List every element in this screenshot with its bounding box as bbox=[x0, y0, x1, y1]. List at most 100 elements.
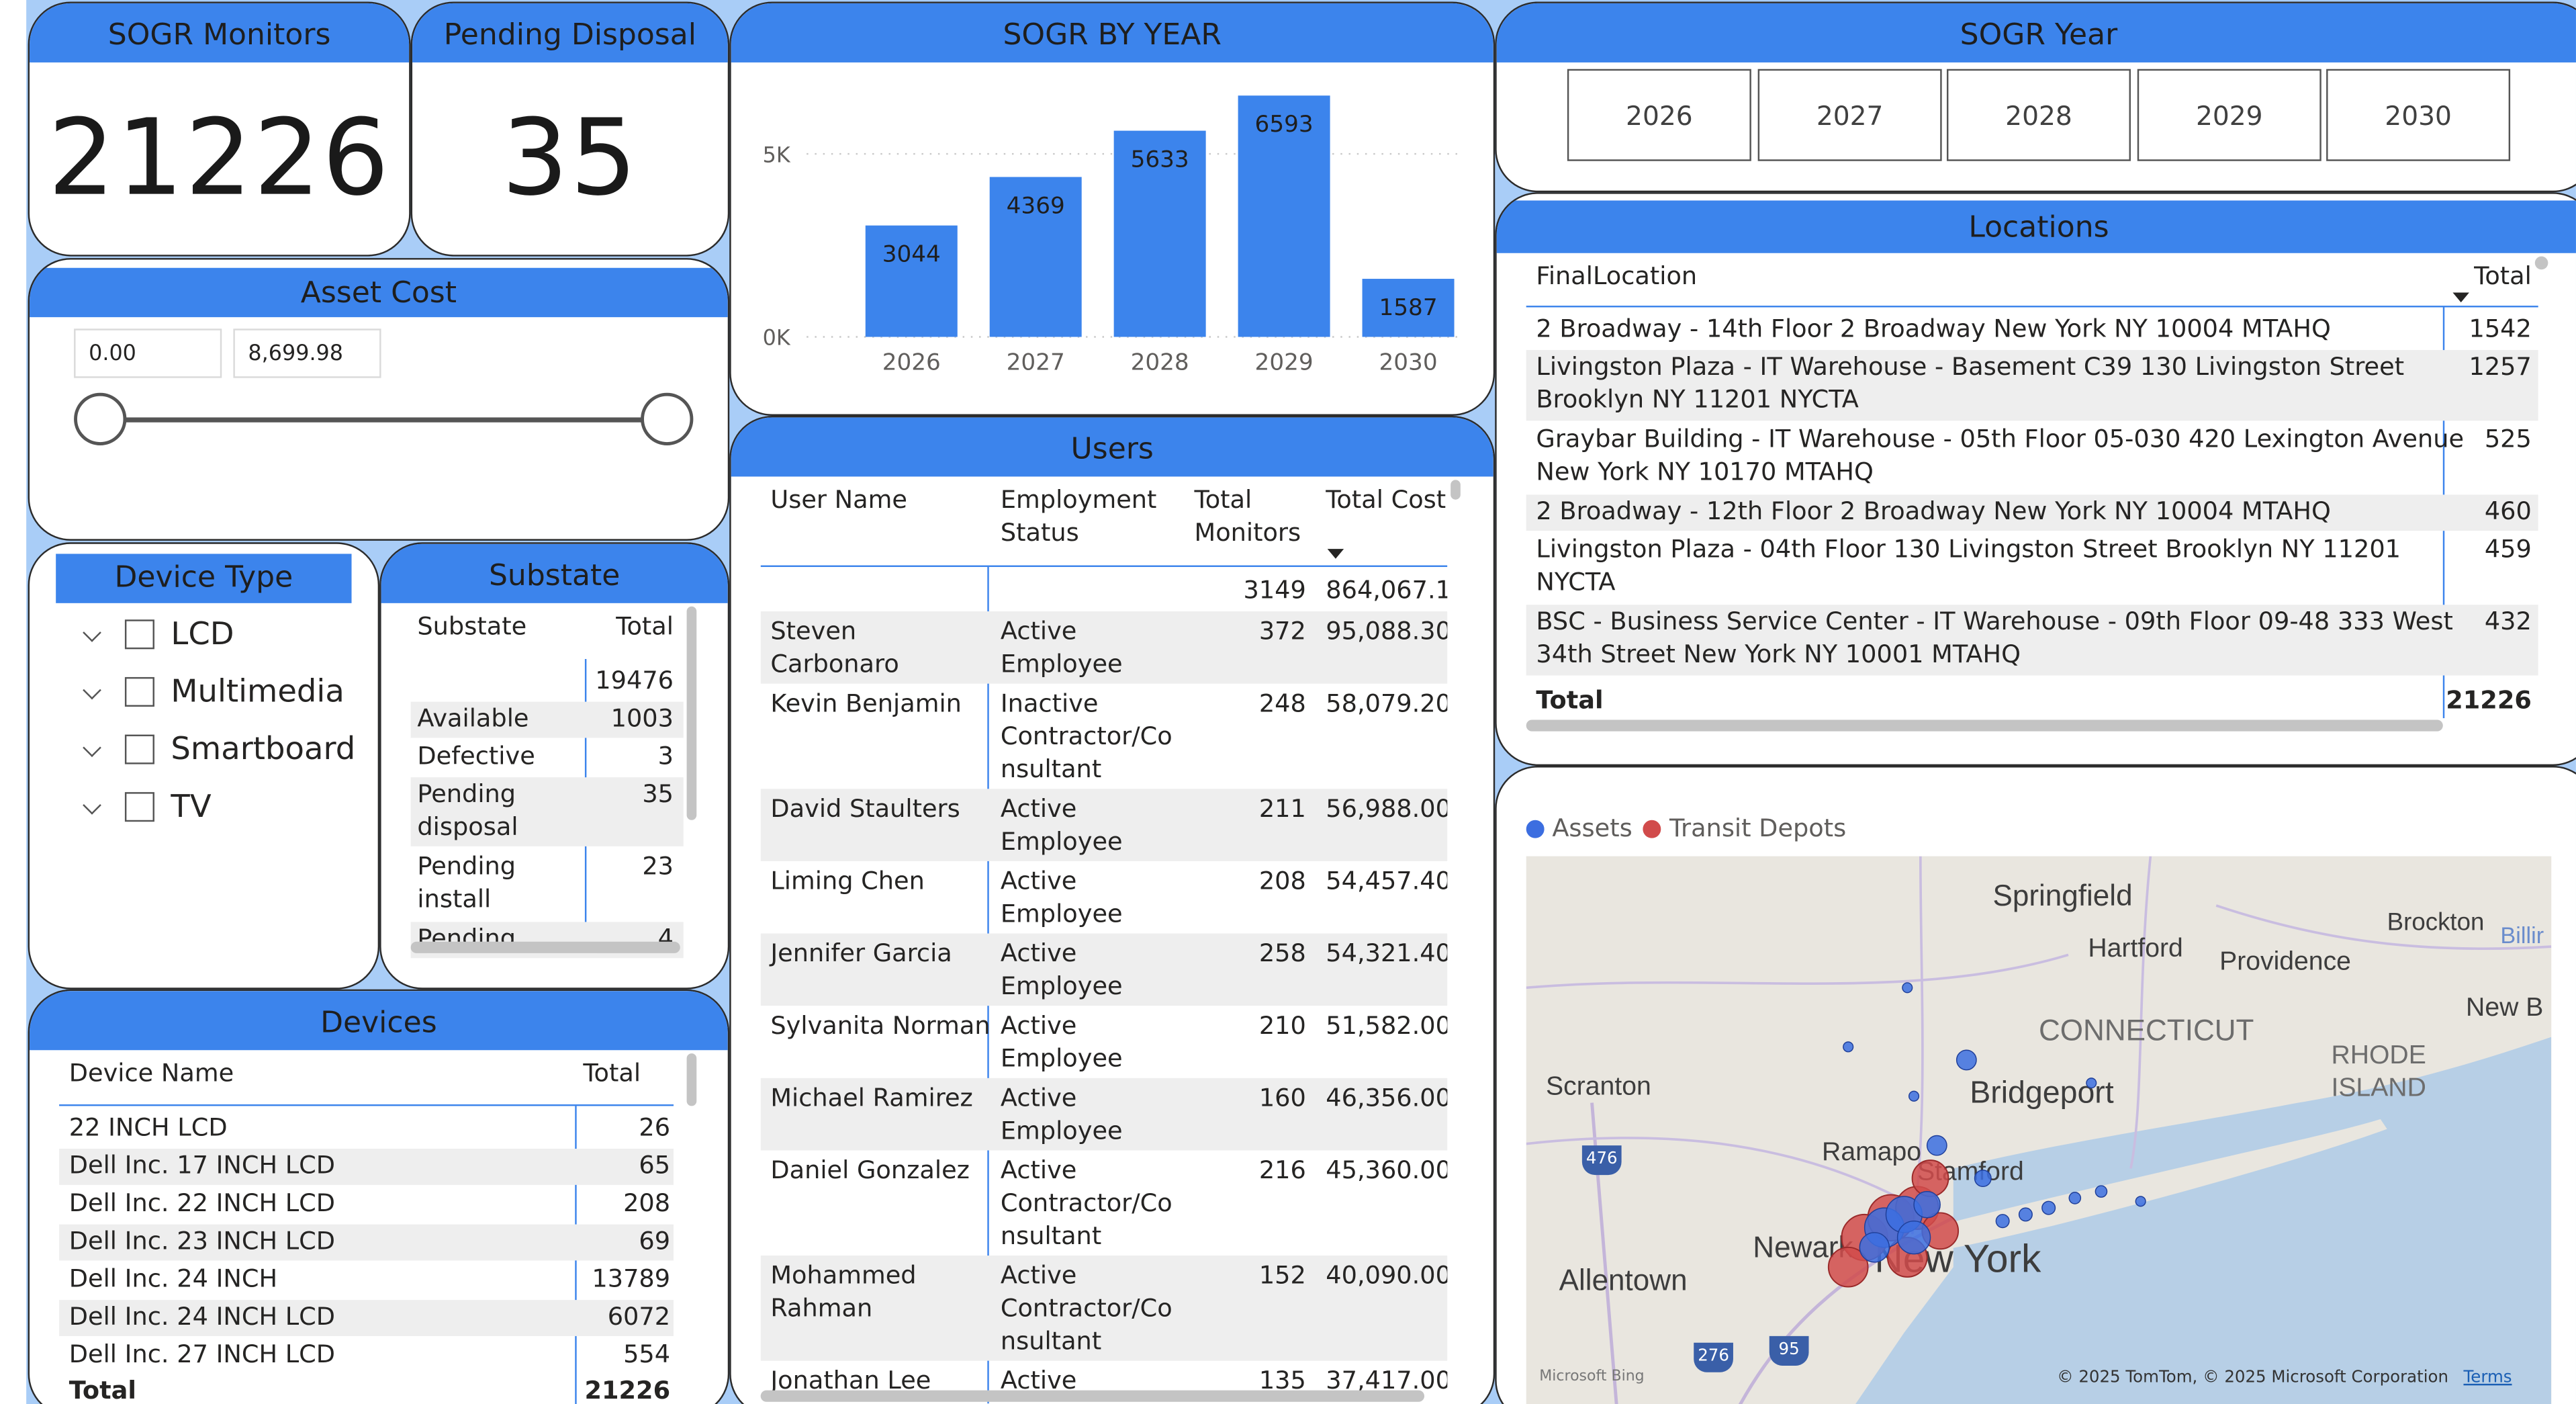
substate-total: 35 bbox=[642, 779, 674, 809]
user-total-monitors: 248 bbox=[1258, 689, 1306, 719]
asset-markers bbox=[1843, 982, 2146, 1263]
device-name-header[interactable]: Device Name bbox=[69, 1057, 234, 1090]
sogr-monitors-card: SOGR Monitors 21226 bbox=[28, 1, 411, 257]
devices-scrollbar[interactable] bbox=[686, 1053, 697, 1106]
pending-disposal-value: 35 bbox=[501, 98, 639, 220]
table-total-row: Total 21226 bbox=[1526, 684, 2538, 720]
user-total-cost: 95,088.30 bbox=[1326, 616, 1448, 646]
table-row[interactable]: Liming Chen Active Employee 208 54,457.40 bbox=[761, 861, 1447, 934]
asset-cost-max-input[interactable]: 8,699.98 bbox=[233, 328, 381, 378]
employment-status-header[interactable]: Employment Status bbox=[1001, 483, 1157, 549]
table-row[interactable]: BSC - Business Service Center - IT Wareh… bbox=[1526, 605, 2538, 676]
final-location-header[interactable]: FinalLocation bbox=[1536, 260, 1697, 293]
user-total-monitors: 372 bbox=[1258, 616, 1306, 646]
substate-hscrollbar[interactable] bbox=[410, 941, 680, 953]
multimedia-checkbox[interactable] bbox=[124, 676, 154, 707]
device-type-item-lcd[interactable]: LCD bbox=[30, 613, 378, 666]
attribution-text: © 2025 TomTom, © 2025 Microsoft Corporat… bbox=[2057, 1368, 2449, 1387]
year-button-2026[interactable]: 2026 bbox=[1567, 69, 1751, 161]
table-row[interactable]: Mohammed Rahman Active Contractor/Co nsul… bbox=[760, 1256, 1448, 1361]
table-row[interactable]: Michael Ramirez Active Employee 160 46,356.… bbox=[760, 1078, 1448, 1151]
table-row[interactable]: Livingston Plaza - IT Warehouse - Baseme… bbox=[1526, 350, 2538, 421]
table-row[interactable]: Dell Inc. 27 INCH LCD 554 bbox=[59, 1337, 674, 1374]
location-total: 1257 bbox=[2469, 351, 2532, 382]
device-total: 65 bbox=[639, 1150, 671, 1180]
location-name: Livingston Plaza - 04th Floor 130 Living… bbox=[1536, 534, 2401, 597]
total-cost-header[interactable]: Total Cost bbox=[1326, 483, 1446, 516]
substate-total: 3 bbox=[657, 741, 674, 771]
lcd-checkbox[interactable] bbox=[124, 619, 154, 650]
sort-desc-icon[interactable] bbox=[2452, 292, 2469, 303]
table-row[interactable]: 19476 bbox=[411, 664, 684, 700]
locations-hscrollbar[interactable] bbox=[1526, 719, 2443, 732]
asset-marker bbox=[1913, 1190, 1941, 1219]
data-label: 1587 bbox=[1379, 294, 1437, 321]
y-tick-label: 5K bbox=[763, 142, 791, 167]
users-hscrollbar[interactable] bbox=[760, 1390, 1425, 1402]
asset-cost-slider-track[interactable] bbox=[100, 417, 669, 423]
map-viewport[interactable]: Springfield Hartford Providence Brockton… bbox=[1526, 856, 2552, 1404]
total-value: 21226 bbox=[2446, 685, 2532, 715]
table-row[interactable]: David Staulters Active Employee 211 56,988.… bbox=[760, 789, 1448, 861]
table-row[interactable]: Dell Inc. 24 INCH 13789 bbox=[59, 1262, 674, 1299]
tv-checkbox[interactable] bbox=[124, 792, 154, 822]
employment-status: Active Employee bbox=[1000, 1083, 1123, 1146]
device-total: 13789 bbox=[592, 1264, 671, 1294]
year-button-2030[interactable]: 2030 bbox=[2326, 69, 2511, 161]
user-total-cost: 51,582.00 bbox=[1326, 1010, 1448, 1041]
table-row[interactable]: Dell Inc. 22 INCH LCD 208 bbox=[59, 1186, 674, 1223]
device-total: 26 bbox=[639, 1112, 671, 1143]
chevron-down-icon[interactable] bbox=[83, 623, 101, 642]
data-label: 5633 bbox=[1131, 146, 1189, 173]
table-row[interactable]: Daniel Gonzalez Active Contractor/Co nsul… bbox=[761, 1150, 1447, 1256]
table-row[interactable]: Steven Carbonaro Active Employee 372 95,088… bbox=[760, 611, 1448, 684]
table-row[interactable]: Kevin Benjamin Inactive Contractor/Co nsu… bbox=[761, 684, 1447, 789]
substate-name: Pending install bbox=[417, 851, 516, 914]
device-type-item-tv[interactable]: TV bbox=[30, 785, 378, 838]
table-row[interactable]: 2 Broadway - 14th Floor 2 Broadway New Y… bbox=[1526, 312, 2538, 349]
chevron-down-icon[interactable] bbox=[83, 795, 101, 815]
map-card: Assets Transit Depots Springfield Hartfo… bbox=[1495, 766, 2576, 1404]
table-row[interactable]: 2 Broadway - 12th Floor 2 Broadway New Y… bbox=[1526, 494, 2538, 531]
table-row[interactable]: Livingston Plaza - 04th Floor 130 Living… bbox=[1526, 533, 2538, 603]
table-row[interactable]: Pending disposal 35 bbox=[410, 777, 684, 846]
location-total-header[interactable]: Total bbox=[2474, 260, 2532, 293]
table-row[interactable]: Jennifer Garcia Active Employee 258 54,321.… bbox=[760, 933, 1448, 1006]
substate-total-header[interactable]: Total bbox=[616, 610, 674, 643]
table-row[interactable]: Dell Inc. 24 INCH LCD 6072 bbox=[59, 1300, 674, 1336]
asset-cost-slider-min-handle[interactable] bbox=[74, 392, 127, 445]
terms-link[interactable]: Terms bbox=[2463, 1369, 2512, 1387]
substate-card: Substate Substate Total 19476 Available … bbox=[379, 542, 730, 990]
device-total-header[interactable]: Total bbox=[583, 1057, 641, 1090]
chevron-down-icon[interactable] bbox=[83, 681, 101, 700]
year-button-2028[interactable]: 2028 bbox=[1946, 69, 2131, 161]
asset-marker bbox=[1843, 1041, 1854, 1053]
table-row[interactable]: Available 1003 bbox=[410, 701, 684, 738]
substate-total: 19476 bbox=[595, 665, 674, 695]
table-row[interactable]: Defective 3 bbox=[411, 740, 684, 776]
locations-scroll-dot[interactable] bbox=[2534, 256, 2548, 270]
smartboard-checkbox[interactable] bbox=[124, 734, 154, 764]
sort-desc-icon[interactable] bbox=[1327, 549, 1344, 559]
table-row[interactable]: Dell Inc. 17 INCH LCD 65 bbox=[59, 1149, 674, 1185]
table-row[interactable]: Sylvanita Norman Active Employee 210 51,582… bbox=[761, 1006, 1448, 1078]
substate-col-header[interactable]: Substate bbox=[417, 610, 526, 643]
x-tick-label: 2029 bbox=[1255, 349, 1314, 376]
device-type-item-smartboard[interactable]: Smartboard bbox=[30, 728, 378, 781]
table-row[interactable]: Dell Inc. 23 INCH LCD 69 bbox=[59, 1224, 674, 1261]
user-name: Steven Carbonaro bbox=[770, 616, 899, 679]
device-type-item-multimedia[interactable]: Multimedia bbox=[30, 670, 378, 723]
chevron-down-icon[interactable] bbox=[83, 738, 101, 757]
users-vscrollbar[interactable] bbox=[1451, 480, 1461, 500]
table-row[interactable]: 22 INCH LCD 26 bbox=[59, 1111, 674, 1147]
total-monitors-header[interactable]: Total Monitors bbox=[1195, 483, 1301, 549]
year-button-2029[interactable]: 2029 bbox=[2137, 69, 2321, 161]
table-row[interactable]: Pending install 23 bbox=[411, 850, 684, 919]
table-row[interactable]: Graybar Building - IT Warehouse - 05th F… bbox=[1526, 423, 2538, 493]
substate-scrollbar[interactable] bbox=[686, 606, 697, 820]
user-name-header[interactable]: User Name bbox=[770, 483, 907, 516]
asset-cost-min-input[interactable]: 0.00 bbox=[74, 328, 222, 378]
location-name: 2 Broadway - 14th Floor 2 Broadway New Y… bbox=[1536, 314, 2331, 344]
asset-cost-slider-max-handle[interactable] bbox=[641, 392, 694, 445]
year-button-2027[interactable]: 2027 bbox=[1757, 69, 1942, 161]
